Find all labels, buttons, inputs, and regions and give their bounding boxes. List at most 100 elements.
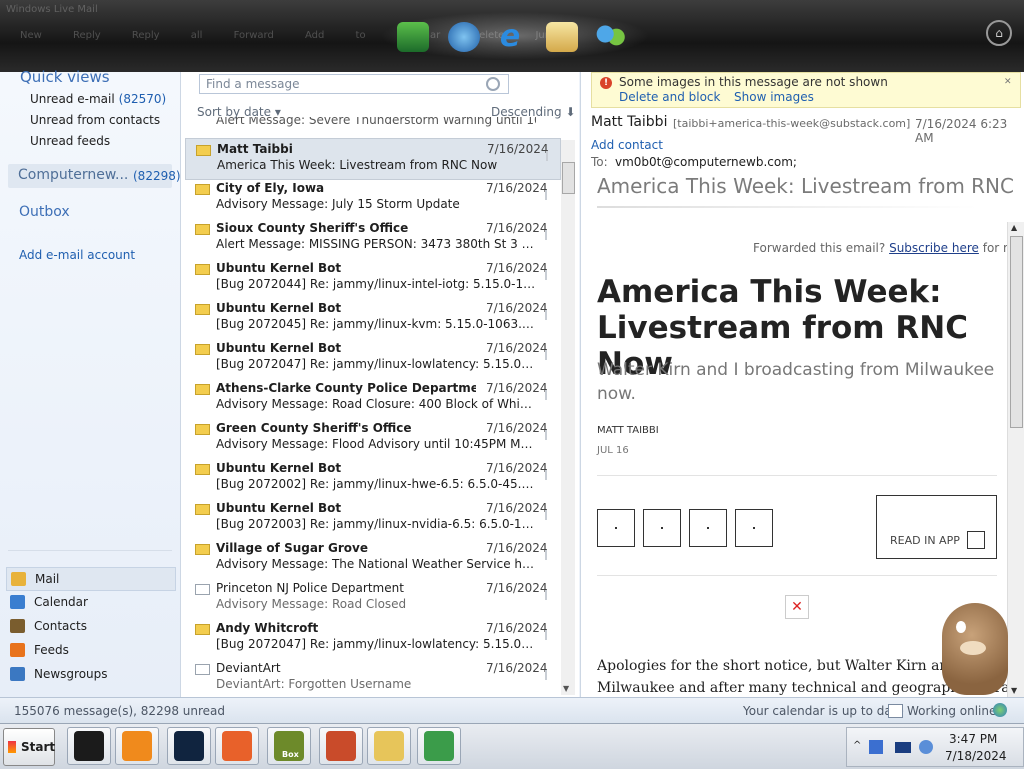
flag-icon[interactable] bbox=[545, 190, 555, 200]
partial-message-subject: Alert Message: Severe Thunderstorm Warni… bbox=[216, 117, 536, 127]
nav-newsgroups[interactable]: Newsgroups bbox=[6, 663, 174, 685]
add-email-account-link[interactable]: Add e-mail account bbox=[19, 248, 135, 262]
folder-unread-feeds[interactable]: Unread feeds bbox=[30, 134, 110, 148]
scroll-up-icon[interactable]: ▲ bbox=[1011, 223, 1017, 232]
subscribe-link[interactable]: Subscribe here bbox=[889, 241, 979, 255]
message-row[interactable]: Athens-Clarke County Police Department Ad… bbox=[185, 378, 559, 418]
flag-icon[interactable] bbox=[545, 630, 555, 640]
folder-unread-contacts[interactable]: Unread from contacts bbox=[30, 113, 160, 127]
article-date: JUL 16 bbox=[597, 445, 629, 456]
flag-icon[interactable] bbox=[545, 590, 555, 600]
delete-and-block-link[interactable]: Delete and block bbox=[619, 90, 720, 104]
taskbar-app-stamp[interactable] bbox=[319, 727, 363, 765]
folder-unread-email[interactable]: Unread e-mail (82570) bbox=[30, 92, 166, 106]
window-title: Windows Live Mail bbox=[6, 4, 98, 15]
scroll-down-icon[interactable]: ▼ bbox=[1011, 686, 1017, 695]
folder-outbox[interactable]: Outbox bbox=[19, 204, 70, 220]
people-icon[interactable] bbox=[594, 22, 626, 52]
message-row[interactable]: Ubuntu Kernel Bot [Bug 2072044] Re: jammy… bbox=[185, 258, 559, 298]
tray-time[interactable]: 3:47 PM bbox=[949, 732, 997, 746]
search-placeholder: Find a message bbox=[206, 77, 300, 91]
message-row[interactable]: Ubuntu Kernel Bot [Bug 2072045] Re: jammy… bbox=[185, 298, 559, 338]
taskbar-app-firefox[interactable] bbox=[215, 727, 259, 765]
message-sender: Ubuntu Kernel Bot bbox=[216, 461, 342, 475]
apps-cube-icon[interactable] bbox=[397, 22, 429, 52]
message-sender: Ubuntu Kernel Bot bbox=[216, 261, 342, 275]
flag-icon[interactable] bbox=[545, 390, 555, 400]
list-scrollbar[interactable]: ▼ bbox=[561, 140, 575, 695]
search-icon[interactable] bbox=[486, 77, 500, 91]
flag-icon[interactable] bbox=[545, 230, 555, 240]
message-row[interactable]: Andy Whitcroft [Bug 2072047] Re: jammy/li… bbox=[185, 618, 559, 658]
online-globe-icon bbox=[993, 703, 1007, 717]
taskbar-app-media[interactable] bbox=[115, 727, 159, 765]
flag-icon[interactable] bbox=[545, 670, 555, 680]
to-value: vm0b0t@computernewb.com; bbox=[615, 155, 797, 169]
tray-date[interactable]: 7/18/2024 bbox=[945, 749, 1007, 763]
start-button[interactable]: Start bbox=[3, 728, 55, 766]
message-row[interactable]: DeviantArt DeviantArt: Forgotten Username… bbox=[185, 658, 559, 698]
tray-expand-icon[interactable]: ^ bbox=[853, 740, 861, 751]
flag-icon[interactable] bbox=[545, 430, 555, 440]
message-row[interactable]: Matt Taibbi America This Week: Livestream… bbox=[185, 138, 561, 180]
scroll-down-icon[interactable]: ▼ bbox=[563, 684, 569, 693]
flag-icon[interactable] bbox=[545, 270, 555, 280]
message-row[interactable]: Ubuntu Kernel Bot [Bug 2072003] Re: jammy… bbox=[185, 498, 559, 538]
message-row[interactable]: Ubuntu Kernel Bot [Bug 2072047] Re: jammy… bbox=[185, 338, 559, 378]
tray-monitor-icon[interactable] bbox=[895, 742, 911, 753]
mail-icon[interactable] bbox=[546, 22, 578, 52]
message-list-pane: Find a message Sort by date ▾ Descending… bbox=[181, 72, 579, 697]
flag-icon[interactable] bbox=[546, 151, 556, 161]
scrollbar-thumb[interactable] bbox=[562, 162, 575, 194]
share-button[interactable] bbox=[735, 509, 773, 547]
flag-icon[interactable] bbox=[545, 470, 555, 480]
tray-volume-icon[interactable] bbox=[919, 740, 933, 754]
scrollbar-thumb[interactable] bbox=[1010, 236, 1023, 428]
taskbar-app-box[interactable]: Box bbox=[267, 727, 311, 765]
taskbar-app-laptop[interactable] bbox=[67, 727, 111, 765]
taskbar-app-folder[interactable] bbox=[367, 727, 411, 765]
mascot-snout bbox=[960, 641, 986, 655]
flag-icon[interactable] bbox=[545, 550, 555, 560]
nav-calendar[interactable]: Calendar bbox=[6, 591, 174, 613]
gopher-mascot-icon[interactable] bbox=[942, 603, 1008, 695]
read-in-app-button[interactable]: READ IN APP bbox=[876, 495, 997, 559]
restack-button[interactable] bbox=[689, 509, 727, 547]
like-button[interactable] bbox=[597, 509, 635, 547]
reading-scrollbar[interactable]: ▲ ▼ bbox=[1007, 222, 1024, 697]
message-row[interactable]: Princeton NJ Police Department Advisory M… bbox=[185, 578, 559, 618]
message-date: 7/16/2024 bbox=[486, 181, 548, 195]
show-images-link[interactable]: Show images bbox=[734, 90, 814, 104]
read-in-app-label: READ IN APP bbox=[890, 534, 960, 547]
nav-contacts[interactable]: Contacts bbox=[6, 615, 174, 637]
close-icon[interactable]: ✕ bbox=[1004, 77, 1014, 87]
message-sender: Ubuntu Kernel Bot bbox=[216, 501, 342, 515]
nav-feeds[interactable]: Feeds bbox=[6, 639, 174, 661]
flag-icon[interactable] bbox=[545, 310, 555, 320]
network-globe-icon[interactable] bbox=[448, 22, 480, 52]
message-row[interactable]: Village of Sugar Grove Advisory Message: … bbox=[185, 538, 559, 578]
nav-mail[interactable]: Mail bbox=[6, 567, 176, 591]
internet-explorer-icon[interactable]: e bbox=[494, 22, 526, 52]
taskbar-app-globe[interactable] bbox=[167, 727, 211, 765]
message-row[interactable]: City of Ely, Iowa Advisory Message: July … bbox=[185, 178, 559, 218]
message-row[interactable]: Green County Sheriff's Office Advisory Me… bbox=[185, 418, 559, 458]
message-row[interactable]: Sioux County Sheriff's Office Alert Messa… bbox=[185, 218, 559, 258]
flag-icon[interactable] bbox=[545, 510, 555, 520]
search-input[interactable]: Find a message bbox=[199, 74, 509, 94]
add-contact-link[interactable]: Add contact bbox=[591, 138, 663, 152]
message-row[interactable]: Ubuntu Kernel Bot [Bug 2072002] Re: jammy… bbox=[185, 458, 559, 498]
message-subject: [Bug 2072002] Re: jammy/linux-hwe-6.5: 6… bbox=[216, 477, 536, 491]
message-date: 7/16/2024 bbox=[486, 261, 548, 275]
taskbar-app-mail[interactable] bbox=[417, 727, 461, 765]
message-subject: [Bug 2072047] Re: jammy/linux-lowlatency… bbox=[216, 357, 536, 371]
account-folder[interactable]: Computernew... (82298) bbox=[8, 164, 181, 188]
article-author: MATT TAIBBI bbox=[597, 425, 659, 436]
comment-button[interactable] bbox=[643, 509, 681, 547]
article-subtitle: Walter Kirn and I broadcasting from Milw… bbox=[597, 360, 995, 404]
from-email: [taibbi+america-this-week@substack.com] bbox=[673, 117, 911, 130]
flag-icon[interactable] bbox=[545, 350, 555, 360]
tray-network-icon[interactable] bbox=[869, 740, 883, 754]
unread-envelope-icon bbox=[195, 424, 210, 435]
briefcase-icon[interactable]: ⌂ bbox=[986, 20, 1012, 46]
